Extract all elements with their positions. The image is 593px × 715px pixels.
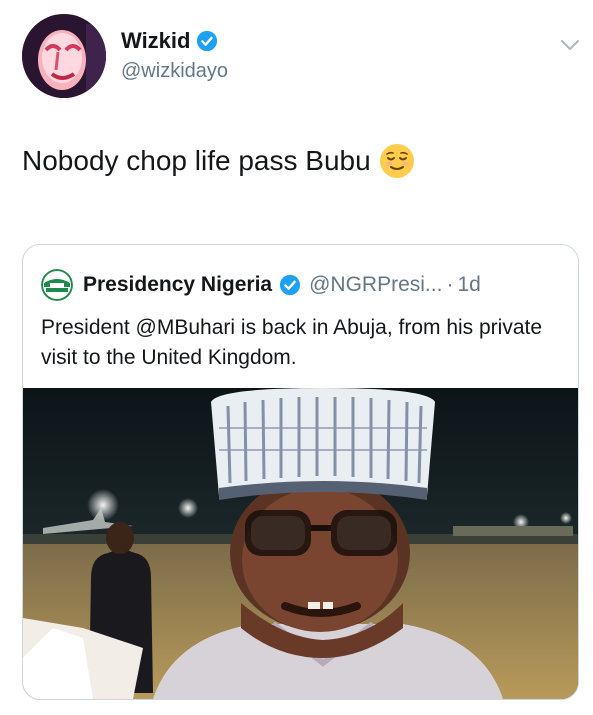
- author-avatar[interactable]: [22, 14, 106, 98]
- relieved-face-emoji: [379, 144, 414, 178]
- tweet-text: Nobody chop life pass Bubu: [22, 145, 371, 176]
- quoted-author-handle[interactable]: @NGRPresi...: [309, 273, 442, 297]
- quoted-tweet-card[interactable]: Presidency Nigeria @NGRPresi... · 1d Pre…: [22, 244, 579, 700]
- quoted-tweet-time[interactable]: 1d: [457, 273, 480, 297]
- quoted-author-name[interactable]: Presidency Nigeria: [83, 273, 272, 297]
- photo-airport-arrival: [23, 388, 578, 699]
- author-name[interactable]: Wizkid: [121, 28, 190, 54]
- quoted-tweet-photo[interactable]: [23, 388, 578, 699]
- avatar-image: [22, 14, 106, 98]
- author-handle[interactable]: @wizkidayo: [121, 60, 228, 83]
- verified-badge-icon: [280, 274, 301, 296]
- quoted-tweet-text: President @MBuhari is back in Abuja, fro…: [41, 316, 543, 369]
- tweet-body: Nobody chop life pass Bubu: [22, 143, 415, 179]
- chevron-down-icon[interactable]: [558, 33, 582, 57]
- presidency-logo-avatar[interactable]: [41, 269, 73, 301]
- separator-dot: ·: [446, 273, 454, 296]
- quoted-tweet-header: Presidency Nigeria @NGRPresi... · 1d: [41, 269, 481, 301]
- tweet-author[interactable]: Wizkid @wizkidayo: [121, 28, 228, 83]
- verified-badge-icon: [197, 30, 218, 52]
